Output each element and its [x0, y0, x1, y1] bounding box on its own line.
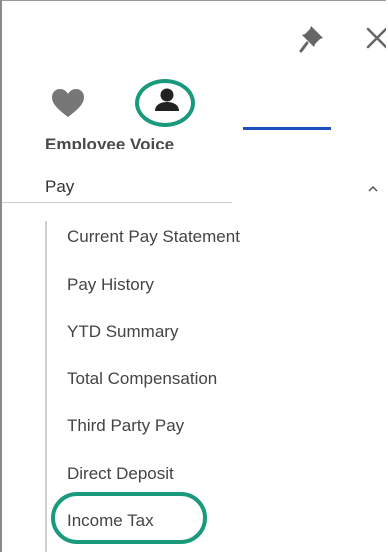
menu-item-ytd-summary[interactable]: YTD Summary — [67, 322, 178, 342]
profile-tab-highlight — [135, 79, 195, 127]
close-icon — [366, 27, 386, 49]
menu-section-pay[interactable]: Pay — [45, 177, 74, 197]
pin-button[interactable] — [297, 21, 331, 55]
panel-header — [2, 1, 386, 71]
close-button[interactable] — [360, 21, 386, 55]
menu-list: Employee Voice Pay Current Pay Statement… — [2, 134, 386, 552]
menu-item-pay-history[interactable]: Pay History — [67, 275, 154, 295]
menu-item-direct-deposit[interactable]: Direct Deposit — [67, 464, 174, 484]
menu-item-third-party-pay[interactable]: Third Party Pay — [67, 416, 184, 436]
active-tab-indicator — [243, 127, 331, 130]
menu-item-current-pay-statement[interactable]: Current Pay Statement — [67, 227, 240, 247]
chevron-up-icon[interactable] — [365, 181, 381, 197]
menu-item-total-compensation[interactable]: Total Compensation — [67, 369, 217, 389]
tab-bar — [2, 71, 386, 203]
menu-section-employee-voice[interactable]: Employee Voice — [45, 131, 174, 149]
navigation-panel: Employee Voice Pay Current Pay Statement… — [0, 0, 386, 552]
heart-icon — [52, 89, 84, 117]
tab-favorites[interactable] — [42, 79, 98, 129]
submenu-guide-line — [45, 221, 47, 552]
income-tax-highlight — [51, 492, 207, 544]
pin-icon — [299, 26, 323, 53]
